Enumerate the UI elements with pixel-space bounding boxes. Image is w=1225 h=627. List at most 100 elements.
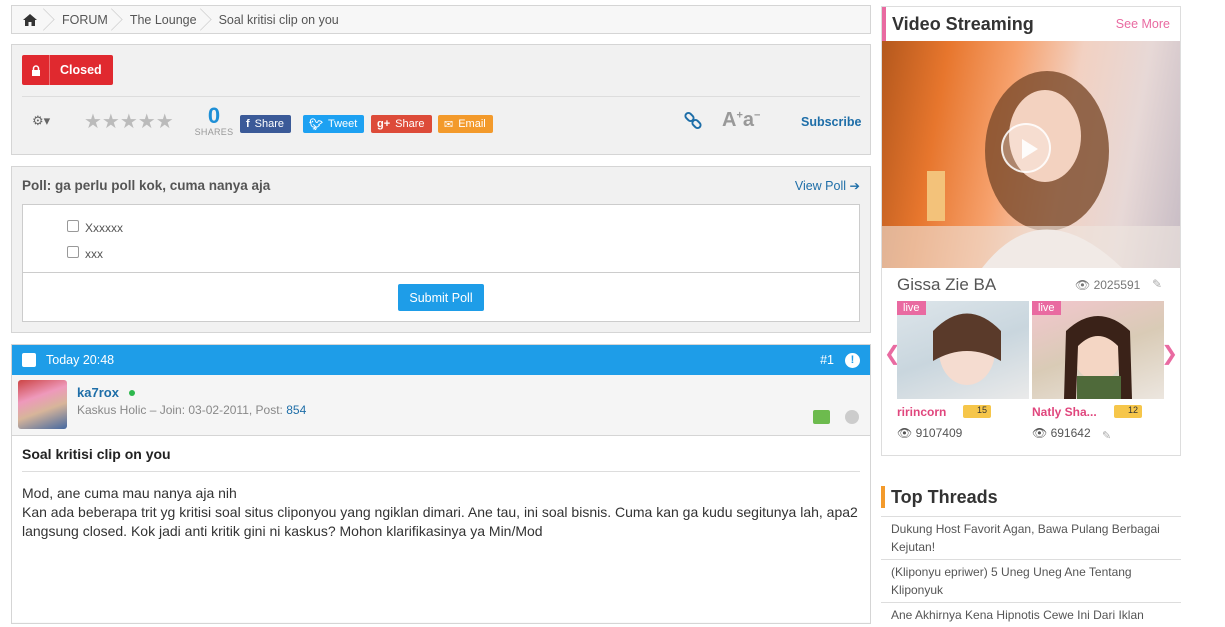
breadcrumb-lounge[interactable]: The Lounge xyxy=(116,6,205,33)
poll-option[interactable]: xxx xyxy=(67,241,859,267)
user-meta-text: Kaskus Holic – Join: 03-02-2011, Post: xyxy=(77,403,287,417)
poll-option[interactable]: Xxxxxx xyxy=(67,215,859,241)
arrow-right-icon: ➔ xyxy=(849,179,860,193)
post: Today 20:48 #1 ! ka7rox Kaskus Holic – J… xyxy=(11,344,871,624)
twitter-icon: 🐦︎ xyxy=(309,118,323,131)
video-title: Video Streaming xyxy=(892,13,1034,34)
video-header: Video Streaming See More xyxy=(882,7,1180,41)
facebook-share-button[interactable]: f Share xyxy=(240,115,292,133)
poll-box: Poll: ga perlu poll kok, cuma nanya aja … xyxy=(11,166,871,333)
top-threads-title: Top Threads xyxy=(881,486,1181,508)
streamer-name[interactable]: Natly Sha... xyxy=(1032,405,1164,419)
featured-video[interactable] xyxy=(882,41,1180,268)
thread-tools: Closed ⚙▾ ★★★★★ 0 SHARES f Share 🐦︎ Tweet … xyxy=(11,44,871,155)
view-count: 👁︎ 691642 xyxy=(1032,426,1164,440)
username-link[interactable]: ka7rox xyxy=(77,385,119,400)
poll-header: Poll: ga perlu poll kok, cuma nanya aja … xyxy=(22,167,860,204)
online-indicator-icon xyxy=(129,390,135,396)
post-content: Mod, ane cuma mau nanya aja nih Kan ada … xyxy=(22,484,860,541)
post-author: ka7rox Kaskus Holic – Join: 03-02-2011, … xyxy=(12,375,870,436)
cendol-icon[interactable] xyxy=(813,410,830,424)
closed-badge: Closed xyxy=(22,55,113,85)
level-badge-icon: 12 xyxy=(1114,405,1143,418)
video-carousel: ❮ live ririncorn 15 👁︎ 9107409 live Natl… xyxy=(882,301,1180,451)
select-post-checkbox[interactable] xyxy=(22,353,36,367)
video-thumb-still xyxy=(933,313,1001,385)
post-title: Soal kritisi clip on you xyxy=(22,446,860,472)
play-icon[interactable] xyxy=(1001,123,1051,173)
facebook-icon: f xyxy=(246,118,250,130)
live-badge: live xyxy=(1032,301,1061,315)
featured-views-count: 2025591 xyxy=(1093,278,1141,292)
featured-streamer-name[interactable]: Gissa Zie BA xyxy=(897,275,996,295)
view-poll-link[interactable]: View Poll ➔ xyxy=(795,178,860,193)
report-icon[interactable]: ! xyxy=(845,352,860,368)
link-icon[interactable] xyxy=(683,111,703,136)
eye-icon: 👁︎ xyxy=(1075,278,1091,292)
poll-option-label: Xxxxxx xyxy=(85,221,124,235)
sidebar: Video Streaming See More Gissa Zie BA 👁︎… xyxy=(881,6,1181,627)
twitter-share-label: Tweet xyxy=(327,118,358,130)
twitter-share-button[interactable]: 🐦︎ Tweet xyxy=(303,115,365,133)
poll-checkbox[interactable] xyxy=(67,220,79,232)
main-column: FORUM The Lounge Soal kritisi clip on yo… xyxy=(11,5,871,624)
share-count-label: SHARES xyxy=(194,127,234,137)
top-thread-link[interactable]: Dukung Host Favorit Agan, Bawa Pulang Be… xyxy=(881,516,1181,559)
video-thumb-still xyxy=(1064,316,1132,399)
user-meta: Kaskus Holic – Join: 03-02-2011, Post: 8… xyxy=(77,403,306,417)
view-count-value: 9107409 xyxy=(915,426,963,440)
post-header: Today 20:48 #1 ! xyxy=(12,345,870,375)
facebook-share-label: Share xyxy=(254,118,285,130)
chevron-right-icon[interactable]: ❯ xyxy=(1161,341,1178,366)
avatar[interactable] xyxy=(18,380,67,429)
featured-video-info: Gissa Zie BA 👁︎ 2025591 ✎ xyxy=(882,268,1180,301)
gplus-share-button[interactable]: g+ Share xyxy=(371,115,432,133)
home-icon xyxy=(23,13,37,26)
top-threads-list: Dukung Host Favorit Agan, Bawa Pulang Be… xyxy=(881,516,1181,627)
share-count: 0 xyxy=(207,103,221,128)
gplus-share-label: Share xyxy=(395,118,425,130)
see-more-link[interactable]: See More xyxy=(1116,17,1170,31)
email-share-button[interactable]: ✉ Email xyxy=(438,115,493,133)
pin-icon: ✎ xyxy=(1102,430,1112,442)
poll-checkbox[interactable] xyxy=(67,246,79,258)
share-counter: 0 SHARES xyxy=(194,103,234,138)
poll-submit-row: Submit Poll xyxy=(23,273,859,322)
poll-option-label: xxx xyxy=(85,247,103,261)
eye-icon: 👁︎ xyxy=(1032,426,1048,440)
poll-title: Poll: ga perlu poll kok, cuma nanya aja xyxy=(22,178,271,193)
level-badge-icon: 15 xyxy=(963,405,992,418)
video-thumb-image[interactable]: live xyxy=(897,301,1029,399)
top-thread-link[interactable]: Ane Akhirnya Kena Hipnotis Cewe Ini Dari… xyxy=(881,602,1181,627)
breadcrumb-thread: Soal kritisi clip on you xyxy=(218,12,339,27)
post-line: Mod, ane cuma mau nanya aja nih xyxy=(22,485,237,501)
post-count-link[interactable]: 854 xyxy=(286,403,306,417)
post-number[interactable]: #1 xyxy=(820,353,834,367)
featured-views: 👁︎ 2025591 xyxy=(1075,278,1140,292)
gear-icon[interactable]: ⚙▾ xyxy=(32,113,50,129)
eye-icon: 👁︎ xyxy=(897,426,913,440)
rating-stars[interactable]: ★★★★★ xyxy=(84,109,174,134)
email-icon: ✉ xyxy=(444,118,454,131)
poll-form: Xxxxxx xxx Submit Poll xyxy=(22,204,860,322)
view-count-value: 691642 xyxy=(1050,426,1091,440)
video-thumb-image[interactable]: live xyxy=(1032,301,1164,399)
more-options-icon[interactable] xyxy=(845,410,859,424)
video-streaming-widget: Video Streaming See More Gissa Zie BA 👁︎… xyxy=(881,6,1181,456)
closed-label: Closed xyxy=(60,63,102,77)
home-link[interactable] xyxy=(12,6,48,33)
poll-options: Xxxxxx xxx xyxy=(23,205,859,273)
view-count: 👁︎ 9107409 xyxy=(897,426,1029,440)
font-size-icon[interactable]: A+a− xyxy=(722,109,760,132)
video-thumb[interactable]: live Natly Sha... 12 👁︎ 691642 ✎ xyxy=(1032,301,1164,442)
view-poll-label: View Poll xyxy=(794,179,847,193)
submit-poll-button[interactable]: Submit Poll xyxy=(398,284,484,311)
email-share-label: Email xyxy=(458,118,486,130)
breadcrumb-forum[interactable]: FORUM xyxy=(48,6,116,33)
tool-row: ⚙▾ ★★★★★ 0 SHARES f Share 🐦︎ Tweet g+ Share… xyxy=(22,96,861,151)
subscribe-button[interactable]: Subscribe xyxy=(801,115,861,129)
pin-icon: ✎ xyxy=(1152,277,1163,291)
top-thread-link[interactable]: (Kliponyu epriwer) 5 Uneg Uneg Ane Tenta… xyxy=(881,559,1181,602)
video-thumb[interactable]: live ririncorn 15 👁︎ 9107409 xyxy=(897,301,1029,440)
lock-icon xyxy=(22,55,50,85)
